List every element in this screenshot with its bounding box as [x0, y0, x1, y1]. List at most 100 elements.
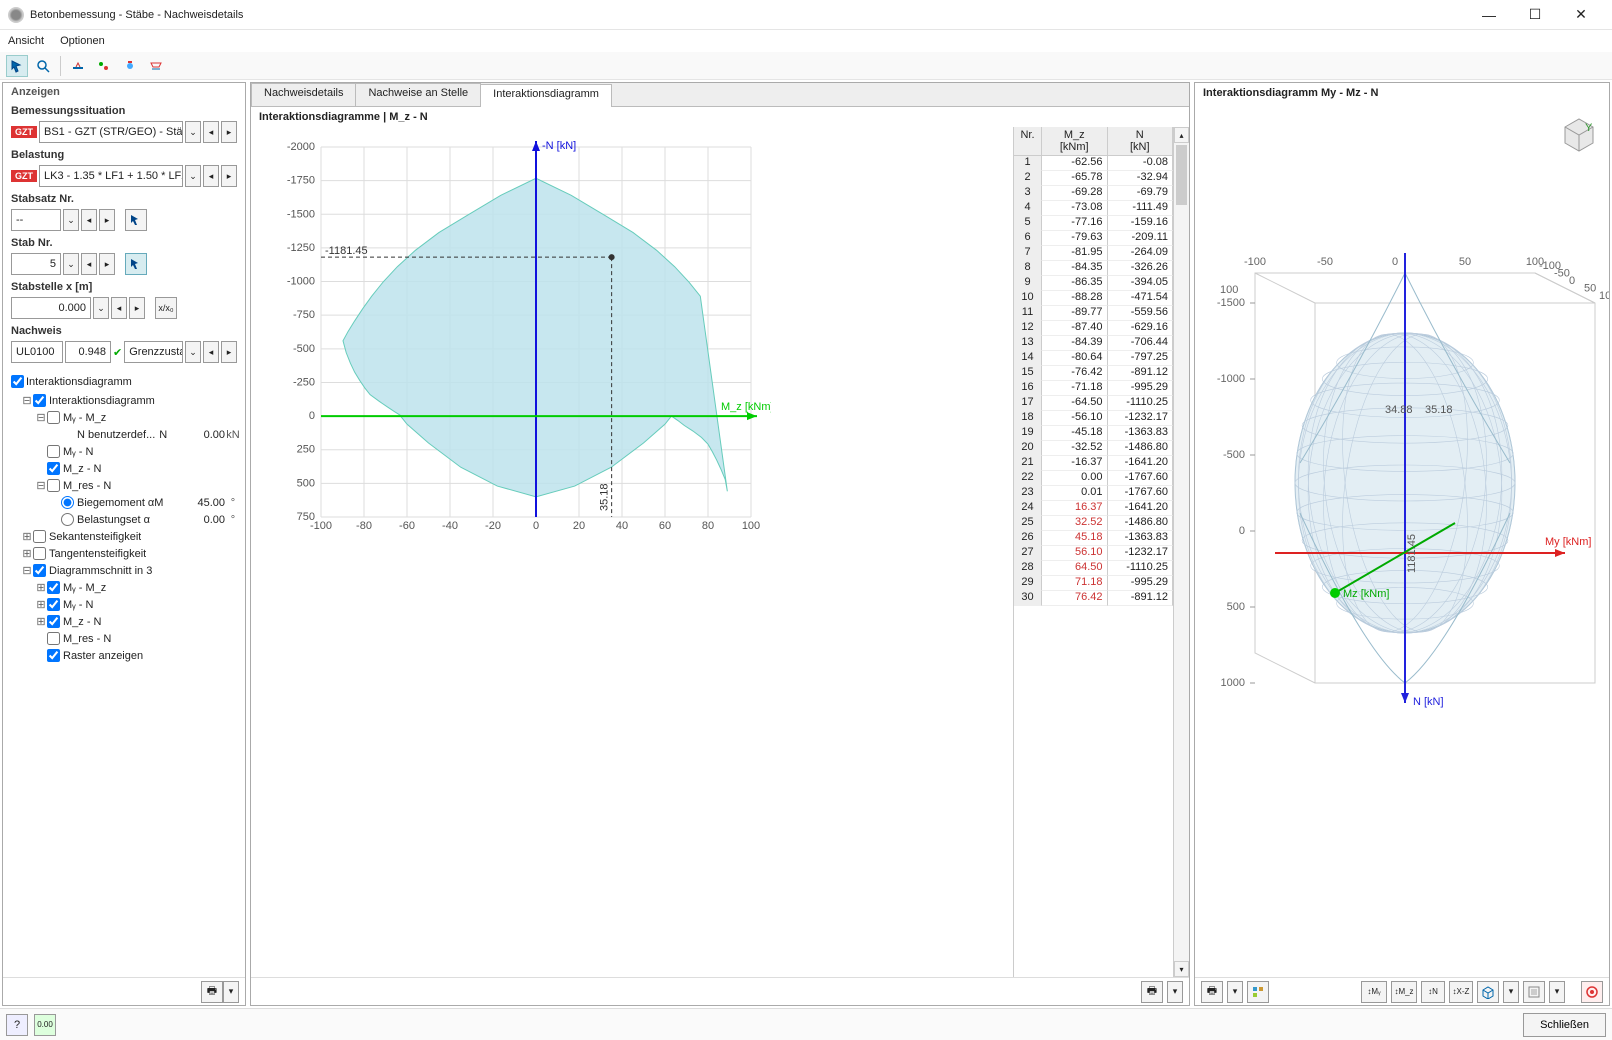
view-iso-dropdown-icon[interactable]: ▾ — [1503, 981, 1519, 1003]
tree-row[interactable]: Mᵧ - N — [7, 443, 241, 460]
tool-select-icon[interactable] — [6, 55, 28, 77]
load-combo[interactable]: LK3 - 1.35 * LF1 + 1.50 * LF2 + 0... — [39, 165, 183, 187]
member-next-icon[interactable]: ▸ — [99, 253, 115, 275]
table-row[interactable]: 6-79.63-209.11 — [1014, 231, 1173, 246]
memberset-next-icon[interactable]: ▸ — [99, 209, 115, 231]
view-box-icon[interactable] — [1523, 981, 1545, 1003]
table-row[interactable]: 4-73.08-111.49 — [1014, 201, 1173, 216]
tool-4-icon[interactable] — [93, 55, 115, 77]
close-button[interactable]: ✕ — [1558, 0, 1604, 29]
tree-row[interactable]: ⊞Sekantensteifigkeit — [7, 528, 241, 545]
right-print-dropdown-icon[interactable]: ▾ — [1227, 981, 1243, 1003]
right-settings-icon[interactable] — [1247, 981, 1269, 1003]
tree-row[interactable]: ⊞Tangentensteifigkeit — [7, 545, 241, 562]
table-row[interactable]: 230.01-1767.60 — [1014, 486, 1173, 501]
table-row[interactable]: 1-62.56-0.08 — [1014, 156, 1173, 171]
table-row[interactable]: 5-77.16-159.16 — [1014, 216, 1173, 231]
tool-zoom-icon[interactable] — [32, 55, 54, 77]
memberset-pick-icon[interactable] — [125, 209, 147, 231]
member-combo[interactable]: 5 — [11, 253, 61, 275]
situation-dropdown-icon[interactable]: ⌄ — [185, 121, 201, 143]
table-row[interactable]: 2416.37-1641.20 — [1014, 501, 1173, 516]
view-my-icon[interactable]: ↕Mᵧ — [1361, 981, 1387, 1003]
table-row[interactable]: 3076.42-891.12 — [1014, 591, 1173, 606]
tree-row[interactable]: ⊟Diagrammschnitt in 3 — [7, 562, 241, 579]
center-print-icon[interactable]: 🖶 — [1141, 981, 1163, 1003]
table-row[interactable]: 18-56.10-1232.17 — [1014, 411, 1173, 426]
chart-2d[interactable]: -2000-1750-1500-1250-1000-750-500-250025… — [251, 127, 1013, 977]
tab-position[interactable]: Nachweise an Stelle — [355, 83, 481, 106]
tree-row[interactable]: Biegemoment αM45.00° — [7, 494, 241, 511]
design-next-icon[interactable]: ▸ — [221, 341, 237, 363]
th-n[interactable]: N[kN] — [1108, 127, 1174, 155]
sidebar-print-icon[interactable]: 🖶 — [201, 981, 223, 1003]
view-iso-icon[interactable] — [1477, 981, 1499, 1003]
tab-details[interactable]: Nachweisdetails — [251, 83, 356, 106]
memberset-prev-icon[interactable]: ◂ — [81, 209, 97, 231]
scroll-up-icon[interactable]: ▴ — [1174, 127, 1189, 143]
tree-row[interactable]: ⊞Mᵧ - M_z — [7, 579, 241, 596]
tree-row[interactable]: Raster anzeigen — [7, 647, 241, 664]
table-row[interactable]: 2645.18-1363.83 — [1014, 531, 1173, 546]
right-print-icon[interactable]: 🖶 — [1201, 981, 1223, 1003]
load-prev-icon[interactable]: ◂ — [203, 165, 219, 187]
tree-row[interactable]: ⊞Mᵧ - N — [7, 596, 241, 613]
situation-prev-icon[interactable]: ◂ — [203, 121, 219, 143]
table-row[interactable]: 19-45.18-1363.83 — [1014, 426, 1173, 441]
center-print-dropdown-icon[interactable]: ▾ — [1167, 981, 1183, 1003]
tree-row[interactable]: Belastungset α0.00° — [7, 511, 241, 528]
table-row[interactable]: 2864.50-1110.25 — [1014, 561, 1173, 576]
tree-row[interactable]: N benutzerdef...N0.00kN — [7, 426, 241, 443]
menu-view[interactable]: Ansicht — [8, 35, 44, 47]
view-mz-icon[interactable]: ↕M_z — [1391, 981, 1417, 1003]
tool-6-icon[interactable] — [145, 55, 167, 77]
table-row[interactable]: 13-84.39-706.44 — [1014, 336, 1173, 351]
scroll-thumb[interactable] — [1176, 145, 1187, 205]
status-units-icon[interactable]: 0.00 — [34, 1014, 56, 1036]
load-next-icon[interactable]: ▸ — [221, 165, 237, 187]
chart-3d[interactable]: -1500-1000-50005001000-100-50050100-100-… — [1195, 103, 1609, 977]
view-n-icon[interactable]: ↕N — [1421, 981, 1445, 1003]
tree-row[interactable]: ⊟M_res - N — [7, 477, 241, 494]
sidebar-print-dropdown-icon[interactable]: ▾ — [223, 981, 239, 1003]
member-prev-icon[interactable]: ◂ — [81, 253, 97, 275]
situation-combo[interactable]: BS1 - GZT (STR/GEO) - Ständig u... — [39, 121, 183, 143]
design-desc-combo[interactable]: Grenzzustand ... — [124, 341, 183, 363]
design-dropdown-icon[interactable]: ⌄ — [185, 341, 201, 363]
table-row[interactable]: 2756.10-1232.17 — [1014, 546, 1173, 561]
minimize-button[interactable]: — — [1466, 0, 1512, 29]
close-dialog-button[interactable]: Schließen — [1523, 1013, 1606, 1037]
view-reset-icon[interactable] — [1581, 981, 1603, 1003]
tree-row[interactable]: M_z - N — [7, 460, 241, 477]
position-next-icon[interactable]: ▸ — [129, 297, 145, 319]
table-row[interactable]: 12-87.40-629.16 — [1014, 321, 1173, 336]
position-prev-icon[interactable]: ◂ — [111, 297, 127, 319]
table-row[interactable]: 2971.18-995.29 — [1014, 576, 1173, 591]
memberset-combo[interactable]: -- — [11, 209, 61, 231]
table-row[interactable]: 20-32.52-1486.80 — [1014, 441, 1173, 456]
table-row[interactable]: 17-64.50-1110.25 — [1014, 396, 1173, 411]
design-prev-icon[interactable]: ◂ — [203, 341, 219, 363]
interaction-checkbox[interactable] — [11, 375, 24, 388]
view-cube[interactable]: Y — [1557, 111, 1601, 155]
display-tree[interactable]: ⊟Interaktionsdiagramm⊟Mᵧ - M_zN benutzer… — [3, 390, 245, 977]
status-help-icon[interactable]: ? — [6, 1014, 28, 1036]
situation-next-icon[interactable]: ▸ — [221, 121, 237, 143]
tree-row[interactable]: ⊟Mᵧ - M_z — [7, 409, 241, 426]
table-row[interactable]: 3-69.28-69.79 — [1014, 186, 1173, 201]
load-dropdown-icon[interactable]: ⌄ — [185, 165, 201, 187]
table-row[interactable]: 220.00-1767.60 — [1014, 471, 1173, 486]
tree-row[interactable]: M_res - N — [7, 630, 241, 647]
position-reset-icon[interactable]: x/x₀ — [155, 297, 177, 319]
tree-row[interactable]: ⊞M_z - N — [7, 613, 241, 630]
table-row[interactable]: 2532.52-1486.80 — [1014, 516, 1173, 531]
tool-3-icon[interactable] — [67, 55, 89, 77]
view-box-dropdown-icon[interactable]: ▾ — [1549, 981, 1565, 1003]
table-scrollbar[interactable]: ▴ ▾ — [1173, 127, 1189, 977]
table-row[interactable]: 2-65.78-32.94 — [1014, 171, 1173, 186]
table-row[interactable]: 16-71.18-995.29 — [1014, 381, 1173, 396]
table-row[interactable]: 14-80.64-797.25 — [1014, 351, 1173, 366]
view-xz-icon[interactable]: ↕X-Z — [1449, 981, 1473, 1003]
tree-row[interactable]: ⊟Interaktionsdiagramm — [7, 392, 241, 409]
tool-5-icon[interactable] — [119, 55, 141, 77]
